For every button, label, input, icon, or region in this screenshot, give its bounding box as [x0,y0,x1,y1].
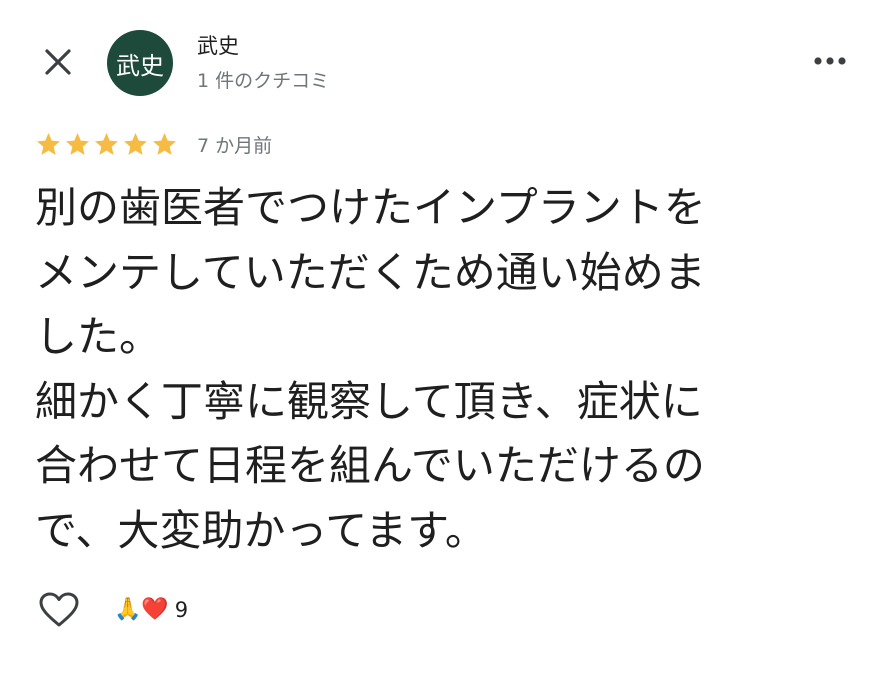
avatar-initials: 武史 [116,51,164,80]
star-rating [35,131,180,158]
heart-outline-icon [39,592,79,627]
close-icon [45,49,71,75]
rating-row: 7 か月前 [35,128,272,160]
like-button[interactable] [38,590,80,630]
star-icon [37,132,60,155]
review-text: 別の歯医者でつけたインプラントを メンテしていただくため通い始めま した。 細か… [35,183,706,555]
star-icon [95,132,118,155]
author-review-count: 1 件のクチコミ [197,70,330,92]
more-options-button[interactable] [810,44,850,78]
reactions-emoji: 🙏❤️ [114,597,169,622]
close-button[interactable] [38,42,78,82]
reactions-count: 9 [174,598,189,622]
author-name[interactable]: 武史 [197,30,239,60]
star-icon [66,132,89,155]
review-time: 7 か月前 [197,134,273,157]
reactions-summary[interactable]: 🙏❤️ 9 [114,592,188,628]
avatar[interactable]: 武史 [107,30,173,96]
star-icon [124,132,147,155]
more-horiz-icon [814,57,846,65]
star-icon [153,132,176,155]
